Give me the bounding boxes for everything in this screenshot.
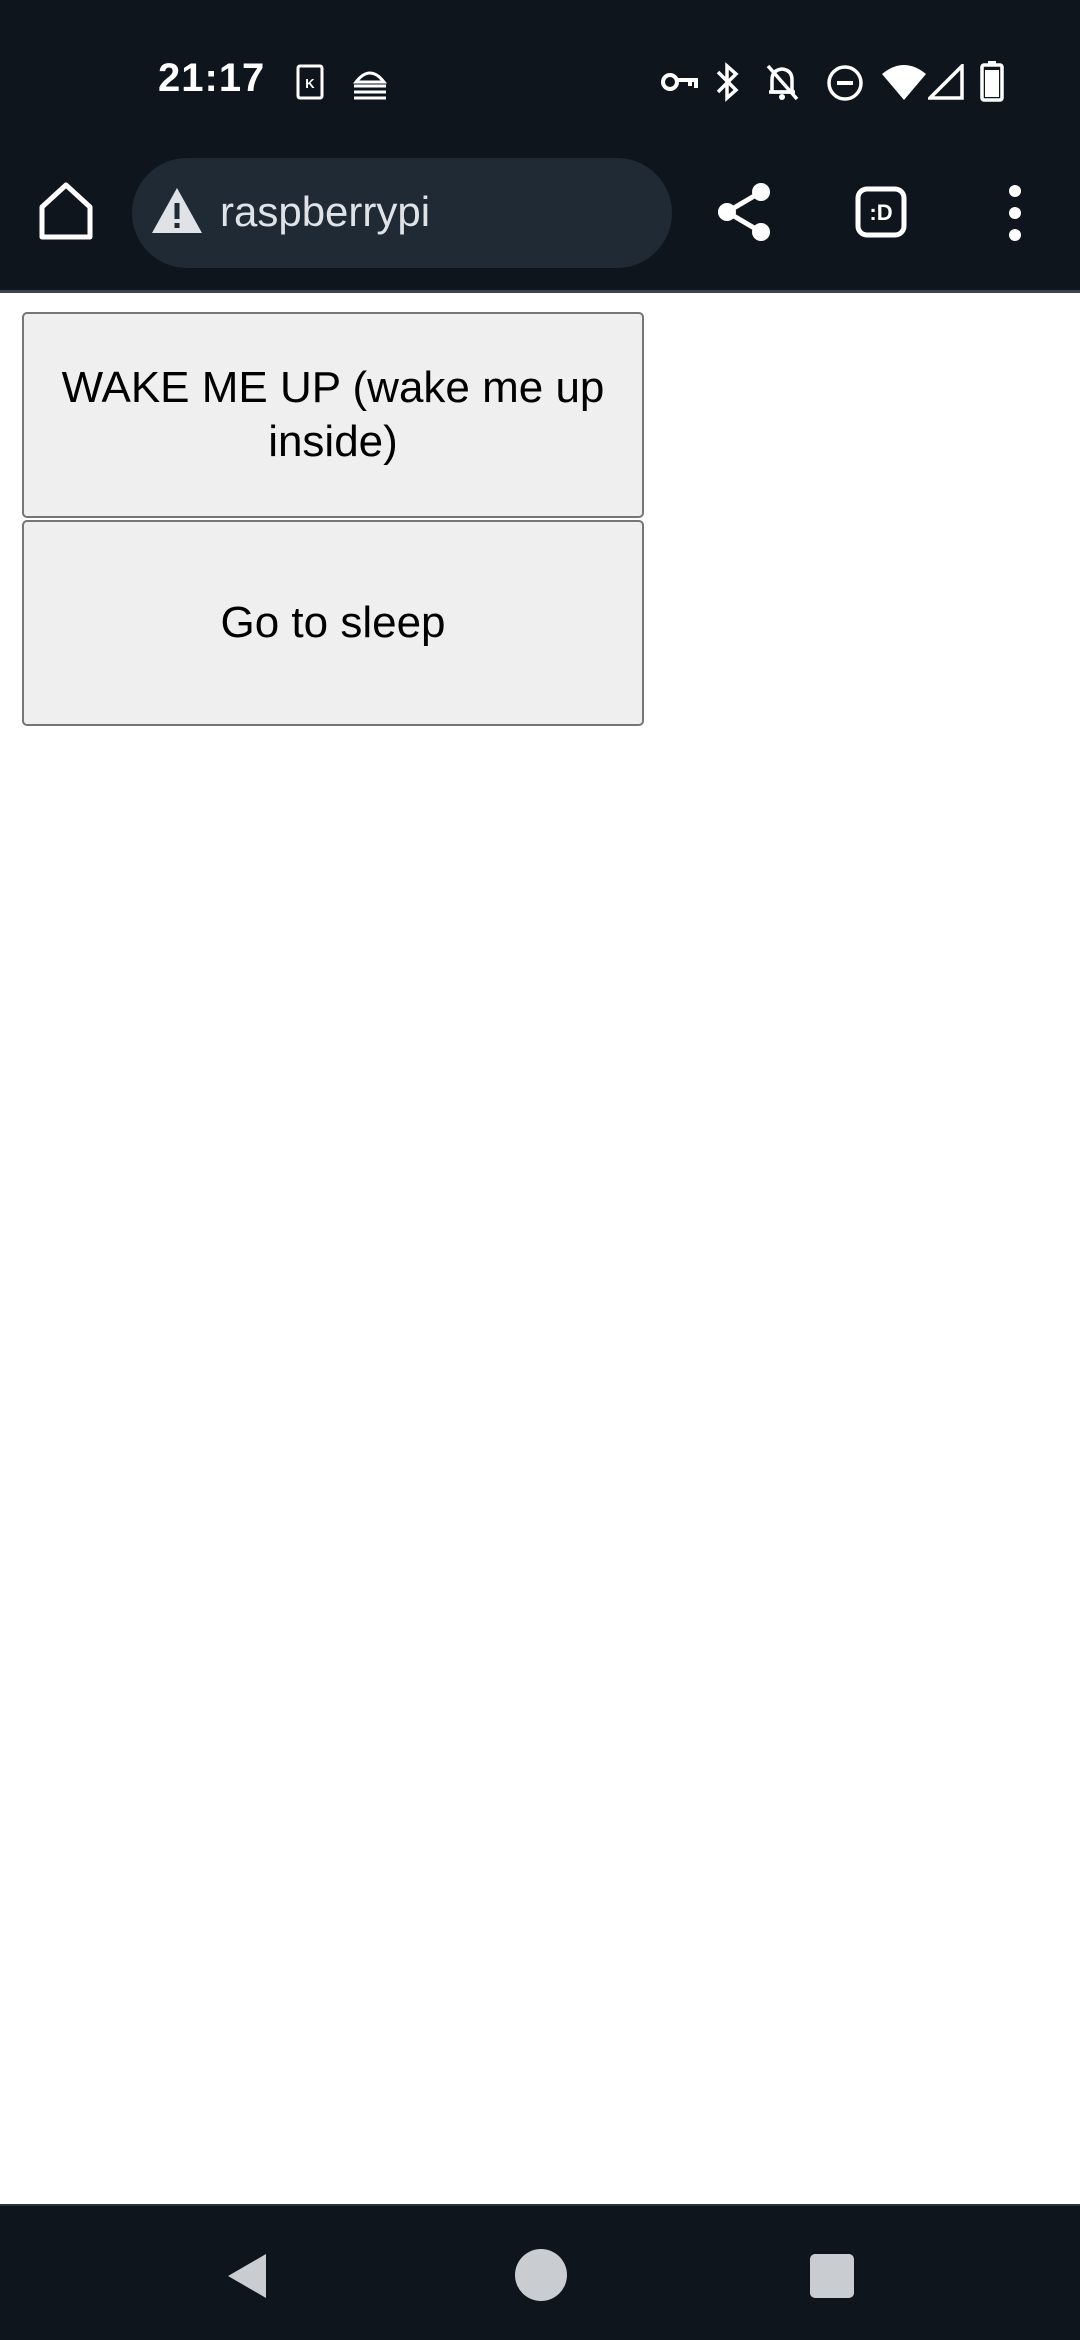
back-icon[interactable]: [222, 2250, 270, 2302]
tabs-label: :D: [869, 200, 892, 225]
alarm-off-icon: [766, 64, 799, 101]
share-icon[interactable]: [715, 180, 775, 244]
vpn-key-icon: [661, 73, 698, 91]
kindle-icon: K: [296, 64, 324, 100]
do-not-disturb-icon: [827, 65, 863, 101]
cell-signal-icon: [928, 64, 964, 100]
bluetooth-icon: [716, 62, 739, 102]
tabs-icon[interactable]: :D: [855, 186, 907, 238]
android-debug-icon: [352, 71, 388, 100]
url-text[interactable]: raspberrypi: [220, 188, 430, 236]
wake-button[interactable]: WAKE ME UP (wake me up inside): [22, 312, 644, 518]
navigation-bar: [0, 2206, 1080, 2340]
home-nav-icon[interactable]: [514, 2248, 568, 2302]
warning-icon[interactable]: [150, 186, 204, 236]
toolbar-divider: [0, 290, 1080, 293]
more-vert-icon[interactable]: [1000, 183, 1030, 243]
svg-text:K: K: [305, 76, 315, 91]
battery-icon: [980, 61, 1004, 102]
wifi-icon: [882, 65, 926, 100]
status-clock: 21:17: [158, 56, 266, 100]
home-icon[interactable]: [30, 175, 102, 247]
status-bar: 21:17 K: [0, 0, 1080, 160]
url-bar[interactable]: raspberrypi: [132, 158, 672, 268]
sleep-button[interactable]: Go to sleep: [22, 520, 644, 726]
recents-icon[interactable]: [810, 2254, 854, 2298]
